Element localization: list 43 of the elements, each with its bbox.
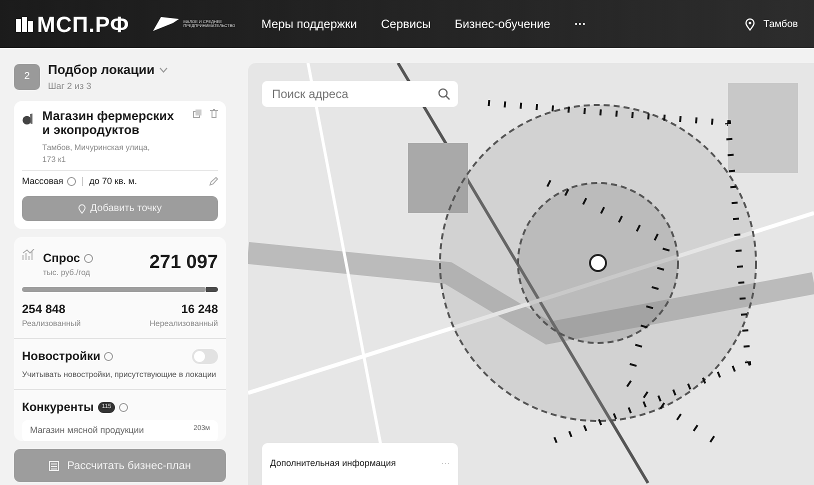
calculator-icon <box>49 460 60 471</box>
area-label: до 70 кв. м. <box>89 174 137 188</box>
step-title[interactable]: Подбор локации <box>48 60 155 80</box>
help-icon[interactable] <box>67 177 76 186</box>
info-panel-title[interactable]: Дополнительная информация <box>270 457 396 471</box>
realized-label: Реализованный <box>22 318 81 330</box>
chart-icon <box>22 249 35 262</box>
demand-unit: тыс. руб./год <box>43 267 92 280</box>
logo[interactable]: МСП.РФ <box>37 8 130 40</box>
demand-title: Спрос <box>43 250 80 268</box>
nav-link[interactable]: Меры поддержки <box>261 15 357 33</box>
nav-link[interactable]: Бизнес-обучение <box>454 15 550 33</box>
location-name: Магазин фермерских и экопродуктов <box>42 109 175 138</box>
location-address: Тамбов, Мичуринская улица, 173 к1 <box>42 142 151 166</box>
unrealized-value: 16 248 <box>180 301 218 318</box>
help-icon[interactable] <box>84 254 94 263</box>
demand-total: 271 097 <box>149 251 218 276</box>
realized-value: 254 848 <box>22 301 66 318</box>
format-label: Массовая <box>22 174 64 188</box>
city-link[interactable]: Тамбов <box>763 16 798 32</box>
help-icon[interactable] <box>119 402 128 412</box>
partner-logo-icon <box>153 17 180 31</box>
address-search-field[interactable]: Поиск адреса <box>262 81 458 107</box>
search-icon[interactable] <box>438 88 450 100</box>
new-buildings-title: Новостройки <box>22 348 100 366</box>
location-pin-icon <box>745 18 756 30</box>
chevron-down-icon[interactable] <box>158 66 168 73</box>
competitors-title: Конкуренты <box>22 399 94 416</box>
step-number: 2 <box>14 64 40 90</box>
step-subtitle: Шаг 2 из 3 <box>48 80 92 92</box>
new-buildings-toggle[interactable] <box>192 348 218 364</box>
logo-icon <box>16 16 33 32</box>
unrealized-label: Нереализованный <box>150 318 218 330</box>
unrealized-fill <box>206 287 218 292</box>
help-icon[interactable] <box>104 352 114 361</box>
competitor-name[interactable]: Магазин мясной продукции <box>30 424 144 438</box>
more-menu[interactable]: ··· <box>574 15 586 33</box>
nav-link[interactable]: Сервисы <box>381 15 431 33</box>
location-pin-icon <box>78 204 86 214</box>
copy-icon[interactable] <box>193 109 202 118</box>
trash-icon[interactable] <box>210 109 218 118</box>
new-buildings-description: Учитывать новостройки, присутствующие в локации <box>22 369 218 382</box>
pencil-icon[interactable] <box>209 177 218 186</box>
